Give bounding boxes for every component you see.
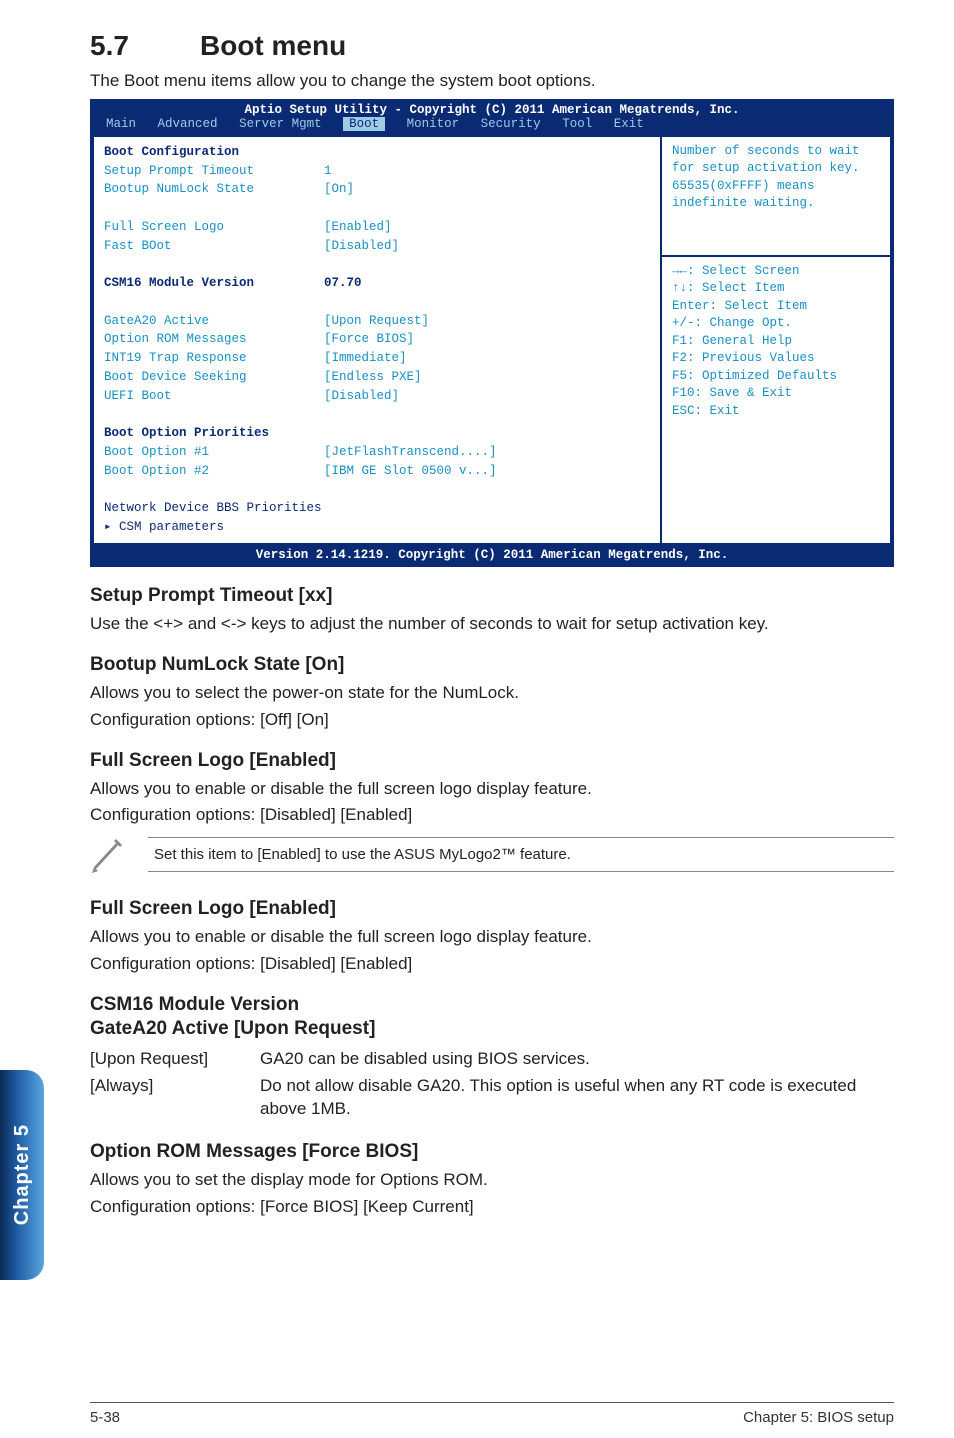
bios-keyhint: F5: Optimized Defaults [672,368,880,386]
bios-menu-boot: Boot [343,117,385,131]
note-text: Set this item to [Enabled] to use the AS… [148,837,894,872]
bios-key: Boot Option #2 [104,462,324,481]
page-footer: 5-38 Chapter 5: BIOS setup [90,1402,894,1426]
bios-val: 07.70 [324,274,362,293]
bios-val: 1 [324,162,332,181]
option-desc: Do not allow disable GA20. This option i… [260,1073,894,1123]
bios-val: [On] [324,180,354,199]
bios-help: Number of seconds to wait for setup acti… [672,143,880,213]
bios-keyhint: F2: Previous Values [672,350,880,368]
bios-menu-exit: Exit [614,117,644,131]
bios-keyhint: F1: General Help [672,333,880,351]
option-desc: GA20 can be disabled using BIOS services… [260,1046,894,1073]
bios-menu-security: Security [481,117,541,131]
table-row: [Always] Do not allow disable GA20. This… [90,1073,894,1123]
subheading: CSM16 Module Version [90,994,894,1016]
chapter-tab: Chapter 5 [0,1070,44,1280]
bios-left-pane: Boot Configuration Setup Prompt Timeout1… [92,137,662,543]
bios-line: Network Device BBS Priorities [104,499,650,518]
bios-key: Boot Device Seeking [104,368,324,387]
bios-menu-advanced: Advanced [158,117,218,131]
bios-heading: Boot Option Priorities [104,424,650,443]
paragraph: Allows you to enable or disable the full… [90,778,894,801]
section-heading: 5.7Boot menu [90,30,894,62]
bios-val: [Enabled] [324,218,392,237]
subheading: GateA20 Active [Upon Request] [90,1018,894,1040]
page-number: 5-38 [90,1409,120,1426]
option-key: [Always] [90,1073,260,1123]
option-table: [Upon Request] GA20 can be disabled usin… [90,1046,894,1123]
section-number: 5.7 [90,30,200,62]
bios-val: [Upon Request] [324,312,429,331]
bios-header: Aptio Setup Utility - Copyright (C) 2011… [92,101,892,117]
bios-menu-servermgmt: Server Mgmt [239,117,322,131]
bios-footer: Version 2.14.1219. Copyright (C) 2011 Am… [92,543,892,565]
note-box: Set this item to [Enabled] to use the AS… [90,837,894,880]
section-title: Boot menu [200,30,346,61]
bios-val: [IBM GE Slot 0500 v...] [324,462,497,481]
paragraph: Allows you to enable or disable the full… [90,926,894,949]
bios-menu: Main Advanced Server Mgmt Boot Monitor S… [92,117,892,135]
bios-key: UEFI Boot [104,387,324,406]
subheading: Option ROM Messages [Force BIOS] [90,1141,894,1163]
subheading: Setup Prompt Timeout [xx] [90,585,894,607]
bios-key: INT19 Trap Response [104,349,324,368]
paragraph: Use the <+> and <-> keys to adjust the n… [90,613,894,636]
paragraph: Configuration options: [Disabled] [Enabl… [90,953,894,976]
bios-keyhint: →←: Select Screen [672,263,880,281]
chapter-tab-label: Chapter 5 [11,1124,34,1225]
paragraph: Allows you to select the power-on state … [90,682,894,705]
bios-val: [Endless PXE] [324,368,422,387]
bios-keyhint: F10: Save & Exit [672,385,880,403]
subheading: Bootup NumLock State [On] [90,654,894,676]
bios-val: [JetFlashTranscend....] [324,443,497,462]
bios-val: [Force BIOS] [324,330,414,349]
bios-keyhint: ESC: Exit [672,403,880,421]
table-row: [Upon Request] GA20 can be disabled usin… [90,1046,894,1073]
bios-keyhint: +/-: Change Opt. [672,315,880,333]
bios-key: Setup Prompt Timeout [104,162,324,181]
bios-heading: Boot Configuration [104,143,650,162]
bios-key: GateA20 Active [104,312,324,331]
paragraph: Configuration options: [Off] [On] [90,709,894,732]
bios-key: Boot Option #1 [104,443,324,462]
paragraph: Configuration options: [Disabled] [Enabl… [90,804,894,827]
bios-val: [Disabled] [324,237,399,256]
paragraph: Allows you to set the display mode for O… [90,1169,894,1192]
bios-val: [Disabled] [324,387,399,406]
bios-val: [Immediate] [324,349,407,368]
bios-key: Fast BOot [104,237,324,256]
bios-key: Full Screen Logo [104,218,324,237]
bios-right-pane: Number of seconds to wait for setup acti… [662,137,892,543]
subheading: Full Screen Logo [Enabled] [90,750,894,772]
bios-key: CSM16 Module Version [104,274,324,293]
option-key: [Upon Request] [90,1046,260,1073]
intro-text: The Boot menu items allow you to change … [90,70,894,93]
bios-menu-monitor: Monitor [407,117,460,131]
footer-title: Chapter 5: BIOS setup [743,1409,894,1426]
bios-body: Boot Configuration Setup Prompt Timeout1… [92,135,892,543]
paragraph: Configuration options: [Force BIOS] [Kee… [90,1196,894,1219]
bios-menu-tool: Tool [562,117,592,131]
bios-keyhint: Enter: Select Item [672,298,880,316]
bios-line: ▸ CSM parameters [104,518,650,537]
note-icon [90,837,138,880]
bios-menu-main: Main [106,117,136,131]
bios-key: Bootup NumLock State [104,180,324,199]
subheading: Full Screen Logo [Enabled] [90,898,894,920]
bios-key: Option ROM Messages [104,330,324,349]
bios-keyhint: ↑↓: Select Item [672,280,880,298]
bios-screenshot: Aptio Setup Utility - Copyright (C) 2011… [90,99,894,567]
